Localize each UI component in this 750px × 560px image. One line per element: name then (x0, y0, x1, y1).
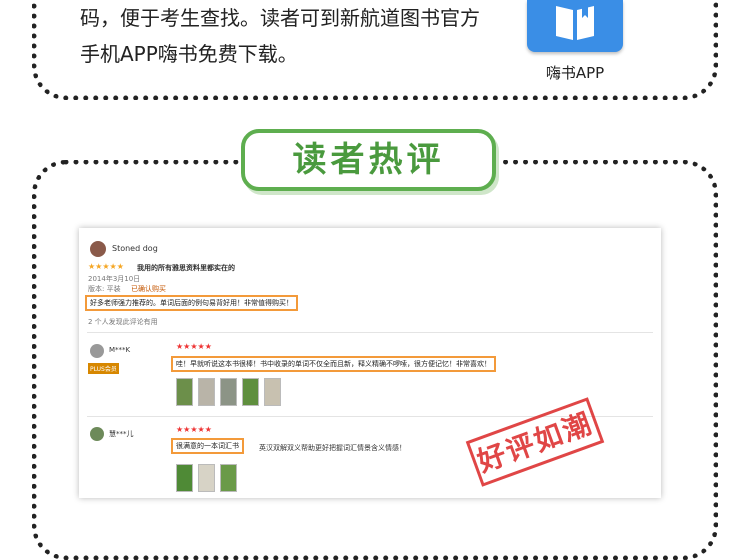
review-photo[interactable] (264, 378, 281, 406)
verified-badge: 已确认购买 (131, 285, 166, 293)
intro-line-2: 手机APP嗨书免费下载。 (80, 42, 298, 66)
review-photo[interactable] (220, 378, 237, 406)
review-headline: 我用的所有雅思资料里都实在的 (137, 264, 235, 272)
review-photo[interactable] (198, 464, 215, 492)
review-photo[interactable] (242, 378, 259, 406)
review-photo[interactable] (176, 464, 193, 492)
reviewer-name: M***K (109, 346, 131, 354)
review-body: 英汉双解双义帮助更好把握词汇情景含义情感！ (259, 444, 406, 452)
reviewer-name: 慧***儿 (109, 430, 134, 438)
review-date: 2014年3月10日 (88, 275, 141, 283)
reviewer-name: Stoned dog (112, 244, 158, 253)
app-icon[interactable] (527, 0, 623, 52)
avatar (90, 344, 104, 358)
intro-text: 码，便于考生查找。读者可到新航道图书官方 手机APP嗨书免费下载。 (80, 0, 480, 72)
review-photo[interactable] (198, 378, 215, 406)
divider (87, 332, 653, 333)
avatar (90, 427, 104, 441)
rating-stars: ★★★★★ (176, 425, 212, 434)
rating-stars: ★★★★★ (88, 262, 124, 271)
review-photo[interactable] (220, 464, 237, 492)
review-body-highlight: 哇！早就听说这本书很棒！书中收录的单词不仅全而且新，释义精确不啰嗦，很方便记忆！… (171, 356, 496, 372)
review-body-highlight: 很满意的一本词汇书 (171, 438, 244, 454)
review-format: 版本: 平装 (88, 285, 121, 293)
section-title: 读者热评 (292, 140, 445, 180)
review-photo[interactable] (176, 378, 193, 406)
book-icon (556, 6, 594, 40)
app-label: 嗨书APP (545, 64, 605, 82)
avatar (90, 241, 106, 257)
rating-stars: ★★★★★ (176, 342, 212, 351)
helpful-count: 2 个人发现此评论有用 (88, 318, 158, 326)
section-title-badge: 读者热评 (241, 129, 496, 191)
review-body-highlight: 好多老师强力推荐的。单词后面的例句易背好用！非常值得购买！ (85, 295, 298, 311)
review-screenshot: Stoned dog ★★★★★ 我用的所有雅思资料里都实在的 2014年3月1… (79, 228, 661, 498)
intro-line-1: 码，便于考生查找。读者可到新航道图书官方 (80, 6, 480, 30)
plus-member-badge: PLUS会员 (88, 363, 119, 374)
